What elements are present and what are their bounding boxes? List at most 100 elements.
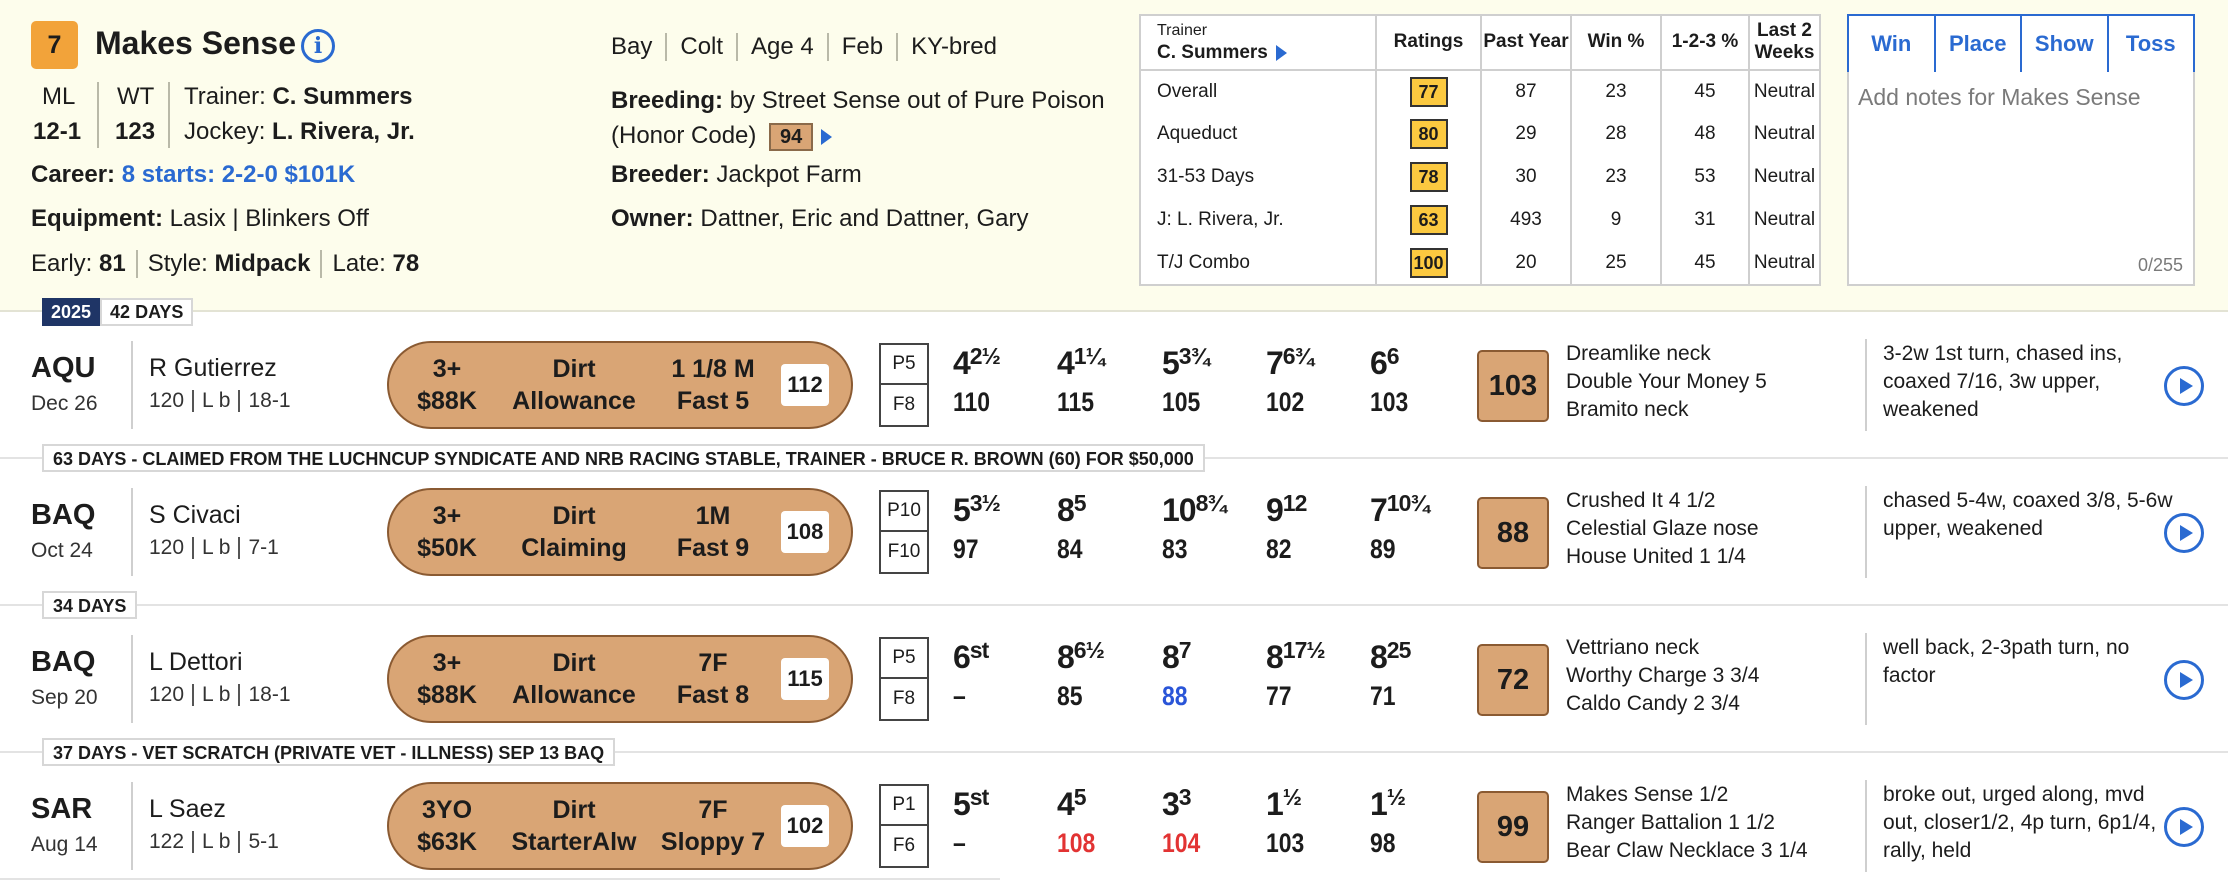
expand-arrow-icon[interactable]: [821, 128, 833, 145]
age: Age 4: [738, 33, 829, 61]
late-pace: Late: 78: [332, 250, 420, 277]
toss-button[interactable]: Toss: [2109, 16, 2194, 72]
replay-play-icon[interactable]: [2164, 366, 2204, 406]
breeder-value: Jackpot Farm: [716, 161, 862, 188]
year-days-badge: 2025 42 DAYS: [42, 298, 194, 326]
rating-badge: 80: [1409, 118, 1448, 149]
notes-char-count: 0/255: [2137, 255, 2183, 275]
race-figure-badge: 88: [1477, 497, 1549, 569]
breeding-speed-badge: 94: [769, 122, 814, 151]
notes-panel: 0/255: [1847, 72, 2195, 286]
call-2: 8 5 84: [1057, 490, 1087, 564]
race-conditions-pill[interactable]: 3+ $88K Dirt Allowance 1 1/8 M Fast 5 112: [387, 341, 853, 429]
call-1: 4 2½ 110: [953, 343, 1001, 417]
horse-name[interactable]: Makes Sense: [95, 25, 296, 62]
ml-value: 12-1: [33, 118, 82, 145]
trainer-name[interactable]: C. Summers: [272, 83, 412, 110]
post-field: P5 F8: [879, 343, 929, 427]
stats-header-trainer[interactable]: Trainer C. Summers: [1141, 16, 1377, 71]
days-since-label: 37 DAYS - VET SCRATCH (PRIVATE VET - ILL…: [42, 738, 616, 766]
speed-figure: 112: [781, 364, 829, 406]
call-4: 1 ½ 103: [1266, 784, 1305, 858]
jockey: R Gutierrez: [149, 354, 277, 382]
call-1: 5 3½ 97: [953, 490, 1001, 564]
replay-play-icon[interactable]: [2164, 660, 2204, 700]
career-row: Career: 8 starts: 2-2-0 $101K: [31, 161, 355, 189]
days-since-label: 34 DAYS: [42, 591, 138, 619]
speed-figure: 102: [781, 805, 829, 847]
jockey-name[interactable]: L. Rivera, Jr.: [272, 118, 415, 145]
col-past-year: Past Year: [1481, 16, 1572, 71]
win-button[interactable]: Win: [1849, 16, 1936, 72]
career-label: Career:: [31, 161, 116, 188]
breeding-block: Breeding: by Street Sense out of Pure Po…: [611, 83, 1105, 153]
call-4: 9 12 82: [1266, 490, 1307, 564]
race-conditions-pill[interactable]: 3+ $88K Dirt Allowance 7F Fast 8 115: [387, 635, 853, 723]
call-2: 4 1¼ 115: [1057, 343, 1105, 417]
jockey-row: Jockey: L. Rivera, Jr.: [184, 118, 415, 146]
show-button[interactable]: Show: [2022, 16, 2109, 72]
race-figure-badge: 72: [1477, 644, 1549, 716]
post-field: P5 F8: [879, 637, 929, 721]
equipment-value: Lasix | Blinkers Off: [169, 205, 369, 232]
race-comment: broke out, urged along, mvd out, closer1…: [1883, 783, 2157, 862]
equipment-label: Equipment:: [31, 205, 163, 232]
call-finish: 8 25 71: [1370, 637, 1411, 711]
wager-buttons: Win Place Show Toss: [1847, 14, 2195, 74]
top-finishers: Crushed It 4 1/2 Celestial Glaze nose Hous…: [1566, 489, 1759, 568]
rating-badge: 100: [1409, 247, 1448, 278]
place-button[interactable]: Place: [1936, 16, 2022, 72]
race-conditions-pill[interactable]: 3YO $63K Dirt StarterAlw 7F Sloppy 7 102: [387, 782, 853, 870]
race-comment: 3-2w 1st turn, chased ins, coaxed 7/16, …: [1883, 342, 2123, 421]
race-comment: chased 5-4w, coaxed 3/8, 5-6w upper, wea…: [1883, 489, 2173, 540]
track-code: BAQ: [31, 646, 96, 678]
jockey-label: Jockey:: [184, 118, 266, 145]
col-last-2-weeks: Last 2 Weeks: [1749, 16, 1819, 71]
col-itm-pct: 1-2-3 %: [1661, 16, 1750, 71]
pace-row: Early: 81 Style: Midpack Late: 78: [31, 250, 419, 278]
sex: Colt: [667, 33, 739, 61]
horse-header: 7 Makes Sense i ML 12-1 WT 123 Trainer: …: [0, 0, 2228, 312]
race-date: Aug 14: [31, 833, 98, 856]
program-number-badge: 7: [31, 21, 78, 69]
call-2: 8 6½ 85: [1057, 637, 1105, 711]
replay-play-icon[interactable]: [2164, 807, 2204, 847]
weight-meds-odds: 122 L b 5-1: [149, 830, 279, 853]
stats-row: T/J Combo 100 20 25 45 Neutral: [1141, 241, 1819, 284]
color: Bay: [611, 33, 668, 61]
top-finishers: Dreamlike neck Double Your Money 5 Bramito…: [1566, 342, 1767, 421]
trainer-row: Trainer: C. Summers: [184, 83, 413, 111]
track-code: SAR: [31, 793, 93, 825]
breeder-row: Breeder: Jackpot Farm: [611, 161, 862, 188]
breeding-value: by Street Sense out of Pure Poison: [729, 87, 1105, 114]
race-figure-badge: 99: [1477, 791, 1549, 863]
owner-row: Owner: Dattner, Eric and Dattner, Gary: [611, 205, 1029, 232]
stats-row: J: L. Rivera, Jr. 63 493 9 31 Neutral: [1141, 198, 1819, 242]
replay-play-icon[interactable]: [2164, 513, 2204, 553]
speed-figure: 108: [781, 511, 829, 553]
race-conditions-pill[interactable]: 3+ $50K Dirt Claiming 1M Fast 9 108: [387, 488, 853, 576]
call-finish: 1 ½ 98: [1370, 784, 1406, 858]
year-badge: 2025: [42, 298, 101, 326]
track-code: AQU: [31, 352, 96, 384]
breeding-damsire: (Honor Code): [611, 122, 757, 149]
stats-row: Aqueduct 80 29 28 48 Neutral: [1141, 112, 1819, 156]
speed-figure: 115: [781, 658, 829, 700]
call-4: 8 17½ 77: [1266, 637, 1326, 711]
stats-row: Overall 77 87 23 45 Neutral: [1141, 69, 1819, 113]
trainer-dropdown-arrow-icon[interactable]: [1275, 45, 1287, 62]
call-3: 3 3 104: [1162, 784, 1201, 858]
info-icon[interactable]: i: [301, 29, 335, 63]
top-finishers: Makes Sense 1/2 Ranger Battalion 1 1/2 Bea…: [1566, 783, 1808, 862]
career-link[interactable]: 8 starts: 2-2-0 $101K: [122, 161, 355, 188]
call-1: 5st –: [953, 784, 989, 858]
call-finish: 7 10¾ 89: [1370, 490, 1430, 564]
post-field: P10 F10: [879, 490, 929, 574]
trainer-label: Trainer:: [184, 83, 266, 110]
ml-label: ML: [42, 83, 76, 110]
top-finishers: Vettriano neck Worthy Charge 3 3/4 Caldo C…: [1566, 636, 1760, 715]
notes-input[interactable]: [1849, 72, 2193, 242]
jockey: L Saez: [149, 795, 226, 823]
col-ratings: Ratings: [1376, 16, 1482, 71]
breeding-label: Breeding:: [611, 87, 724, 114]
